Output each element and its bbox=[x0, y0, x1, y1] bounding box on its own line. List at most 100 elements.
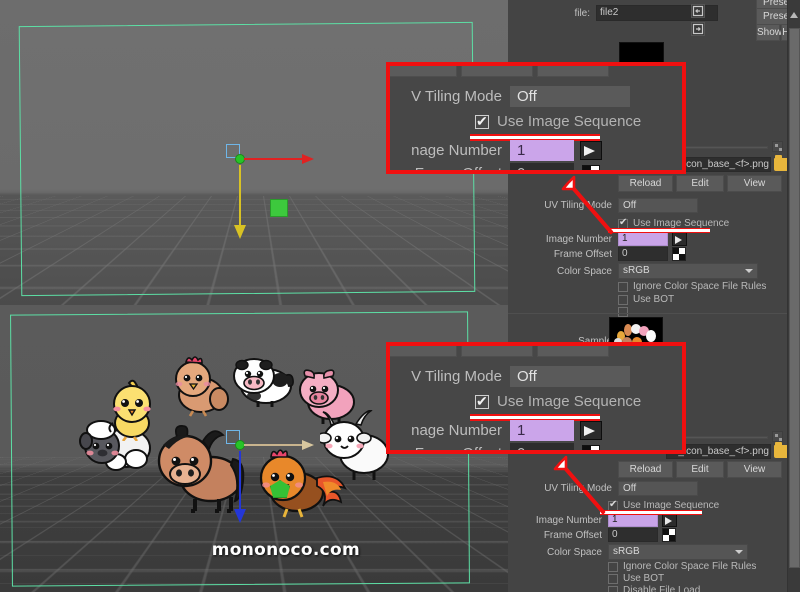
image-number-row-zoom-top: nage Number 1 bbox=[390, 140, 602, 161]
attribute-map-icon[interactable] bbox=[772, 141, 783, 152]
reload-button-zoom[interactable] bbox=[390, 66, 457, 77]
edit-button-zoom-b[interactable] bbox=[461, 346, 533, 357]
checker-map-icon-bottom[interactable] bbox=[662, 528, 676, 542]
frame-offset-row-zoom-bottom: Frame Offset 0 bbox=[390, 443, 600, 454]
uv-tiling-mode-label-zoom-b: V Tiling Mode bbox=[411, 368, 502, 385]
view-button-zoom[interactable] bbox=[537, 66, 609, 77]
color-space-value-bottom: sRGB bbox=[613, 546, 640, 557]
color-space-value: sRGB bbox=[623, 265, 650, 276]
sprite-rooster bbox=[259, 449, 347, 518]
color-space-dropdown-bottom[interactable]: sRGB bbox=[608, 544, 748, 560]
load-attributes-icon[interactable] bbox=[691, 4, 705, 18]
manipulator-x-arrow[interactable] bbox=[302, 154, 314, 164]
edit-button-zoom[interactable] bbox=[461, 66, 533, 77]
sprite-cow bbox=[233, 358, 294, 407]
uv-tiling-mode-row-zoom-bottom: V Tiling Mode Off bbox=[390, 366, 630, 387]
ignore-color-space-file-rules-checkbox[interactable] bbox=[618, 281, 628, 292]
copy-tab-icon[interactable] bbox=[691, 22, 705, 36]
show-button[interactable]: Show bbox=[756, 24, 782, 41]
frame-offset-row-bottom: Frame Offset 0 bbox=[522, 528, 676, 542]
uv-tiling-mode-label-zoom: V Tiling Mode bbox=[411, 88, 502, 105]
frame-offset-label-zoom-b: Frame Offset bbox=[414, 445, 502, 454]
object-pivot-marker[interactable] bbox=[270, 199, 288, 217]
manipulator-y-axis[interactable] bbox=[239, 165, 241, 227]
expression-icon-zoom-b[interactable] bbox=[580, 421, 602, 440]
checker-map-icon-zoom[interactable] bbox=[582, 164, 600, 170]
edit-button[interactable]: Edit bbox=[676, 175, 724, 192]
checker-map-icon-zoom-b[interactable] bbox=[582, 444, 600, 450]
disable-file-load-row-top[interactable] bbox=[618, 307, 628, 317]
frame-offset-input[interactable]: 0 bbox=[618, 247, 668, 261]
frame-offset-input-zoom[interactable]: 0 bbox=[510, 163, 574, 170]
ignore-color-rules-row-bottom[interactable]: Ignore Color Space File Rules bbox=[608, 561, 756, 572]
use-image-sequence-checkbox-zoom[interactable] bbox=[475, 112, 489, 130]
manipulator-x-axis[interactable] bbox=[244, 444, 306, 446]
disable-file-load-row-bottom[interactable]: Disable File Load bbox=[608, 585, 700, 592]
frame-offset-label-bottom: Frame Offset bbox=[543, 529, 602, 541]
color-space-dropdown[interactable]: sRGB bbox=[618, 263, 758, 279]
view-button-zoom-b[interactable] bbox=[537, 346, 609, 357]
use-image-sequence-row-zoom-bottom[interactable]: Use Image Sequence bbox=[475, 392, 641, 410]
uv-tiling-mode-value[interactable]: Off bbox=[618, 198, 698, 213]
chevron-down-icon bbox=[745, 269, 753, 273]
manipulator-y-arrow[interactable] bbox=[234, 509, 246, 523]
color-space-row-top: Color Space sRGB bbox=[522, 263, 758, 279]
image-number-input-zoom[interactable]: 1 bbox=[510, 140, 574, 161]
use-bot-checkbox-bottom[interactable] bbox=[608, 573, 618, 584]
disable-file-load-checkbox[interactable] bbox=[618, 307, 628, 317]
use-bot-row-top[interactable]: Use BOT bbox=[618, 294, 674, 305]
disable-file-load-label-bottom: Disable File Load bbox=[623, 585, 701, 592]
ignore-color-space-file-rules-label-bottom: Ignore Color Space File Rules bbox=[623, 561, 757, 572]
expression-icon-zoom[interactable] bbox=[580, 141, 602, 160]
frame-offset-input-bottom[interactable]: 0 bbox=[608, 528, 658, 542]
panel-divider bbox=[508, 313, 787, 314]
manipulator-y-axis[interactable] bbox=[239, 451, 241, 511]
disable-file-load-checkbox-bottom[interactable] bbox=[608, 585, 618, 592]
image-number-input-zoom-b[interactable]: 1 bbox=[510, 420, 574, 441]
edit-button-bottom[interactable]: Edit bbox=[676, 461, 724, 478]
attribute-editor-scrollbar[interactable] bbox=[787, 0, 800, 592]
use-image-sequence-checkbox-zoom-b[interactable] bbox=[475, 392, 489, 410]
manipulator-x-arrow[interactable] bbox=[302, 440, 314, 450]
sprite-chick bbox=[108, 379, 151, 441]
frame-offset-row-zoom-top: Frame Offset 0 bbox=[390, 163, 600, 174]
callout-bottom: V Tiling Mode Off Use Image Sequence nag… bbox=[386, 342, 686, 454]
manipulator-y-arrow[interactable] bbox=[234, 225, 246, 239]
image-number-label-zoom-b: nage Number bbox=[411, 422, 502, 439]
ignore-color-space-file-rules-checkbox-bottom[interactable] bbox=[608, 561, 618, 572]
view-button[interactable]: View bbox=[727, 175, 782, 192]
use-bot-label: Use BOT bbox=[633, 294, 675, 305]
manipulator-pivot[interactable] bbox=[236, 155, 244, 163]
manipulator-x-axis[interactable] bbox=[244, 158, 306, 160]
expression-icon[interactable] bbox=[672, 232, 687, 246]
frame-offset-input-zoom-b[interactable]: 0 bbox=[510, 443, 574, 450]
scrollbar-thumb[interactable] bbox=[789, 28, 800, 568]
watermark: mononoco.com bbox=[211, 540, 360, 560]
use-bot-checkbox[interactable] bbox=[618, 294, 628, 305]
callout-top: V Tiling Mode Off Use Image Sequence nag… bbox=[386, 62, 686, 174]
annotation-arrow-bottom bbox=[553, 455, 606, 515]
ignore-color-space-file-rules-label: Ignore Color Space File Rules bbox=[633, 281, 767, 292]
uv-tiling-mode-value-zoom[interactable]: Off bbox=[510, 86, 630, 107]
view-button-bottom[interactable]: View bbox=[727, 461, 782, 478]
attribute-map-icon-bottom[interactable] bbox=[772, 431, 783, 442]
reload-button-bottom[interactable]: Reload bbox=[618, 461, 673, 478]
expression-icon-bottom[interactable] bbox=[662, 513, 677, 527]
sprite-hen bbox=[175, 356, 229, 417]
use-image-sequence-row-zoom-top[interactable]: Use Image Sequence bbox=[475, 112, 641, 130]
uv-tiling-mode-value-zoom-b[interactable]: Off bbox=[510, 366, 630, 387]
callout-top-partial-buttons bbox=[390, 66, 682, 77]
use-bot-label-bottom: Use BOT bbox=[623, 573, 665, 584]
manipulator-pivot[interactable] bbox=[236, 441, 244, 449]
color-space-label: Color Space bbox=[556, 265, 612, 277]
image-number-row-zoom-bottom: nage Number 1 bbox=[390, 420, 602, 441]
callout-bottom-partial-buttons bbox=[390, 346, 682, 357]
use-bot-row-bottom[interactable]: Use BOT bbox=[608, 573, 664, 584]
uv-tiling-mode-value-bottom[interactable]: Off bbox=[618, 481, 698, 496]
scroll-up-arrow-icon[interactable] bbox=[790, 12, 798, 18]
ignore-color-rules-row-top[interactable]: Ignore Color Space File Rules bbox=[618, 281, 766, 292]
checker-map-icon[interactable] bbox=[672, 247, 686, 261]
reload-button-zoom-b[interactable] bbox=[390, 346, 457, 357]
frame-offset-label-zoom: Frame Offset bbox=[414, 165, 502, 174]
file-action-buttons-bottom: Reload Edit View bbox=[618, 461, 782, 478]
